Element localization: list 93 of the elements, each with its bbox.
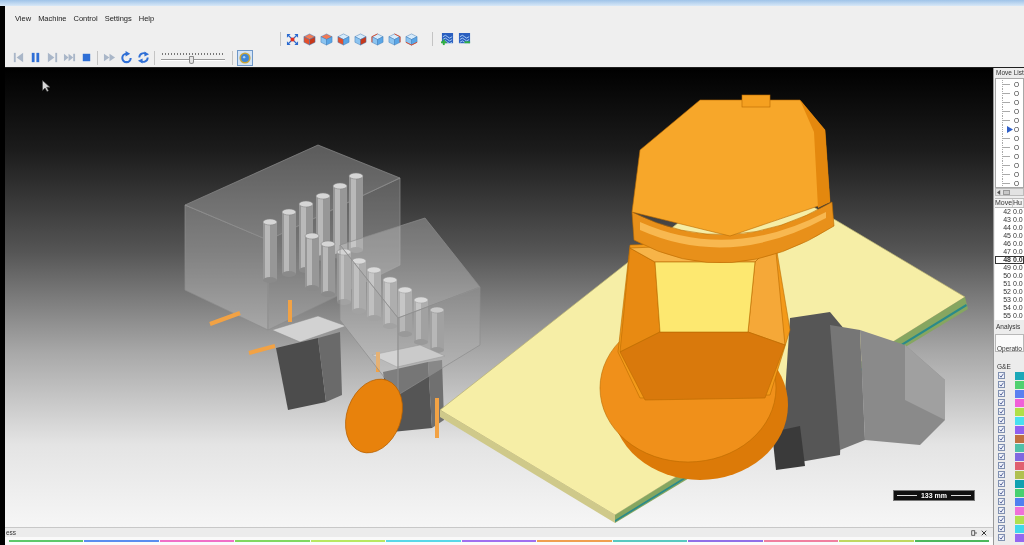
tick-icon (999, 400, 1004, 405)
tick-icon (999, 373, 1004, 378)
scrollbar-thumb[interactable] (1003, 189, 1010, 195)
checkbox[interactable] (998, 471, 1005, 478)
remove-path-button[interactable] (457, 31, 472, 47)
tool-cylinder (351, 257, 367, 314)
tool-cylinder (336, 248, 352, 305)
cube-icon (303, 32, 316, 46)
wave-plus-icon (441, 32, 454, 46)
tick-icon (999, 391, 1004, 396)
tick-icon (999, 535, 1004, 540)
step-forward-icon (45, 51, 59, 64)
checkbox[interactable] (998, 372, 1005, 379)
rotate-icon (119, 51, 133, 64)
wave-minus-icon (458, 32, 471, 46)
checkbox[interactable] (998, 381, 1005, 388)
view-button[interactable] (353, 31, 368, 47)
toggle-button[interactable] (237, 49, 253, 66)
current-marker-icon (1007, 126, 1013, 133)
tick-icon (999, 409, 1004, 414)
cube-icon (371, 32, 384, 46)
tool-cylinder (366, 266, 382, 321)
tool-cylinder (413, 296, 429, 345)
rotate-button[interactable] (118, 49, 134, 66)
close-icon[interactable] (981, 529, 987, 536)
pin (376, 352, 380, 372)
tool-cylinder (397, 286, 413, 337)
tool-cylinder (262, 218, 278, 283)
tick-icon (999, 472, 1004, 477)
checkbox[interactable] (998, 480, 1005, 487)
checkbox[interactable] (998, 417, 1005, 424)
pin-icon[interactable] (971, 529, 977, 536)
horizontal-scrollbar[interactable] (995, 188, 1024, 196)
slider-thumb[interactable] (189, 55, 195, 64)
tick-icon (999, 490, 1004, 495)
tick-icon (999, 427, 1004, 432)
disc-icon (239, 51, 251, 64)
slider-track[interactable] (160, 50, 226, 65)
fit-view-icon (286, 32, 299, 46)
add-path-button[interactable] (440, 31, 455, 47)
pin (248, 344, 276, 355)
pin (435, 398, 439, 438)
tick-icon (999, 517, 1004, 522)
tick-icon (999, 436, 1004, 441)
scroll-left-icon[interactable] (997, 189, 1001, 195)
checkbox[interactable] (998, 525, 1005, 532)
skip-start-icon (11, 51, 25, 64)
tick-icon (999, 526, 1004, 531)
checkbox[interactable] (998, 435, 1005, 442)
tool-cylinder (429, 306, 445, 353)
checkbox[interactable] (998, 498, 1005, 505)
pin (209, 311, 241, 326)
mouse-pointer-icon (42, 80, 51, 92)
view-button[interactable] (370, 31, 385, 47)
checkbox[interactable] (998, 399, 1005, 406)
view-button[interactable] (302, 31, 317, 47)
checkbox[interactable] (998, 408, 1005, 415)
checkbox[interactable] (998, 453, 1005, 460)
view-button[interactable] (387, 31, 402, 47)
tool-cylinder (320, 240, 336, 297)
checkbox[interactable] (998, 534, 1005, 541)
pin (288, 300, 292, 322)
checkbox[interactable] (998, 444, 1005, 451)
tool-cylinder (281, 208, 297, 277)
fit-view-button[interactable] (285, 31, 300, 47)
tick-icon (999, 499, 1004, 504)
tick-icon (999, 463, 1004, 468)
cube-icon (405, 32, 418, 46)
tick-icon (999, 481, 1004, 486)
checkbox[interactable] (998, 516, 1005, 523)
checkbox[interactable] (998, 489, 1005, 496)
view-button[interactable] (404, 31, 419, 47)
tool-cylinder (382, 276, 398, 329)
cube-icon (337, 32, 350, 46)
skip-end-icon (62, 51, 76, 64)
tick-icon (999, 454, 1004, 459)
tick-icon (999, 508, 1004, 513)
cube-icon (354, 32, 367, 46)
cube-icon (388, 32, 401, 46)
tick-icon (999, 445, 1004, 450)
fast-forward-icon (102, 51, 116, 64)
view-button[interactable] (336, 31, 351, 47)
tick-icon (999, 382, 1004, 387)
checkbox[interactable] (998, 426, 1005, 433)
view-button[interactable] (319, 31, 334, 47)
tick-icon (999, 418, 1004, 423)
checkbox[interactable] (998, 462, 1005, 469)
loop-icon (136, 51, 150, 64)
checkbox[interactable] (998, 507, 1005, 514)
tool-cylinder (304, 232, 320, 291)
checkbox[interactable] (998, 390, 1005, 397)
loop-button[interactable] (135, 49, 151, 66)
cube-icon (320, 32, 333, 46)
